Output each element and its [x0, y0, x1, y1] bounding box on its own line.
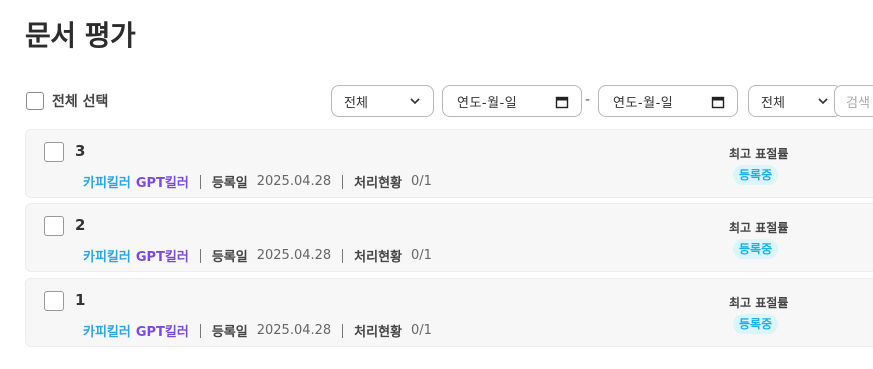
select-all-checkbox[interactable]: [26, 92, 44, 110]
document-meta: 카피킬러 GPT킬러 등록일 2025.04.28 처리현황 0/1: [83, 246, 432, 265]
max-plagiarism-label: 최고 표절률: [729, 221, 789, 235]
registered-date: 2025.04.28: [256, 323, 332, 338]
document-item[interactable]: 2 카피킬러 GPT킬러 등록일 2025.04.28 처리현황 0/1 최고 …: [25, 203, 873, 272]
progress-value: 0/1: [411, 323, 432, 338]
document-checkbox[interactable]: [44, 142, 64, 162]
document-meta: 카피킬러 GPT킬러 등록일 2025.04.28 처리현황 0/1: [83, 172, 432, 191]
copykiller-tag: 카피킬러: [83, 176, 131, 191]
date-end-input[interactable]: 연도-월-일: [598, 85, 738, 117]
select-all-label: 전체 선택: [52, 94, 109, 110]
divider: [342, 174, 344, 189]
divider: [199, 248, 201, 263]
document-checkbox[interactable]: [44, 216, 64, 236]
copykiller-tag: 카피킬러: [83, 325, 131, 340]
date-start-value: 연도-월-일: [457, 95, 518, 111]
date-end-value: 연도-월-일: [613, 95, 674, 111]
chevron-down-icon: [410, 98, 420, 105]
progress-label: 처리현황: [354, 250, 403, 265]
progress-value: 0/1: [411, 174, 432, 189]
chevron-down-icon: [818, 98, 828, 105]
registered-date: 2025.04.28: [256, 174, 332, 189]
max-plagiarism-label: 최고 표절률: [729, 147, 789, 161]
registered-label: 등록일: [211, 250, 248, 265]
divider: [342, 248, 344, 263]
status-badge: 등록중: [733, 165, 779, 185]
status-badge: 등록중: [733, 239, 779, 259]
gptkiller-tag: GPT킬러: [135, 176, 189, 191]
progress-label: 처리현황: [354, 325, 403, 340]
copykiller-tag: 카피킬러: [83, 250, 131, 265]
document-item[interactable]: 1 카피킬러 GPT킬러 등록일 2025.04.28 처리현황 0/1 최고 …: [25, 278, 873, 347]
status-filter-value: 전체: [761, 95, 785, 111]
calendar-icon[interactable]: [555, 95, 569, 109]
divider: [199, 323, 201, 338]
type-filter-value: 전체: [344, 95, 368, 111]
document-item[interactable]: 3 카피킬러 GPT킬러 등록일 2025.04.28 처리현황 0/1 최고 …: [25, 129, 873, 198]
calendar-icon[interactable]: [711, 95, 725, 109]
type-filter-select[interactable]: 전체: [331, 85, 434, 117]
registered-label: 등록일: [211, 176, 248, 191]
progress-label: 처리현황: [354, 176, 403, 191]
progress-value: 0/1: [411, 248, 432, 263]
divider: [342, 323, 344, 338]
document-checkbox[interactable]: [44, 291, 64, 311]
gptkiller-tag: GPT킬러: [135, 325, 189, 340]
status-badge: 등록중: [733, 314, 779, 334]
date-start-input[interactable]: 연도-월-일: [442, 85, 582, 117]
status-filter-select[interactable]: 전체: [748, 85, 842, 117]
select-all[interactable]: 전체 선택: [26, 91, 108, 111]
document-meta: 카피킬러 GPT킬러 등록일 2025.04.28 처리현황 0/1: [83, 321, 432, 340]
search-placeholder: 검색: [846, 95, 870, 111]
document-title[interactable]: 1: [75, 291, 85, 309]
max-plagiarism-label: 최고 표절률: [729, 296, 789, 310]
document-title[interactable]: 2: [75, 216, 85, 234]
page-title: 문서 평가: [25, 19, 136, 52]
divider: [199, 174, 201, 189]
document-title[interactable]: 3: [75, 142, 85, 160]
registered-label: 등록일: [211, 325, 248, 340]
date-range-separator: -: [585, 92, 591, 108]
search-input[interactable]: 검색: [834, 85, 873, 117]
registered-date: 2025.04.28: [256, 248, 332, 263]
gptkiller-tag: GPT킬러: [135, 250, 189, 265]
